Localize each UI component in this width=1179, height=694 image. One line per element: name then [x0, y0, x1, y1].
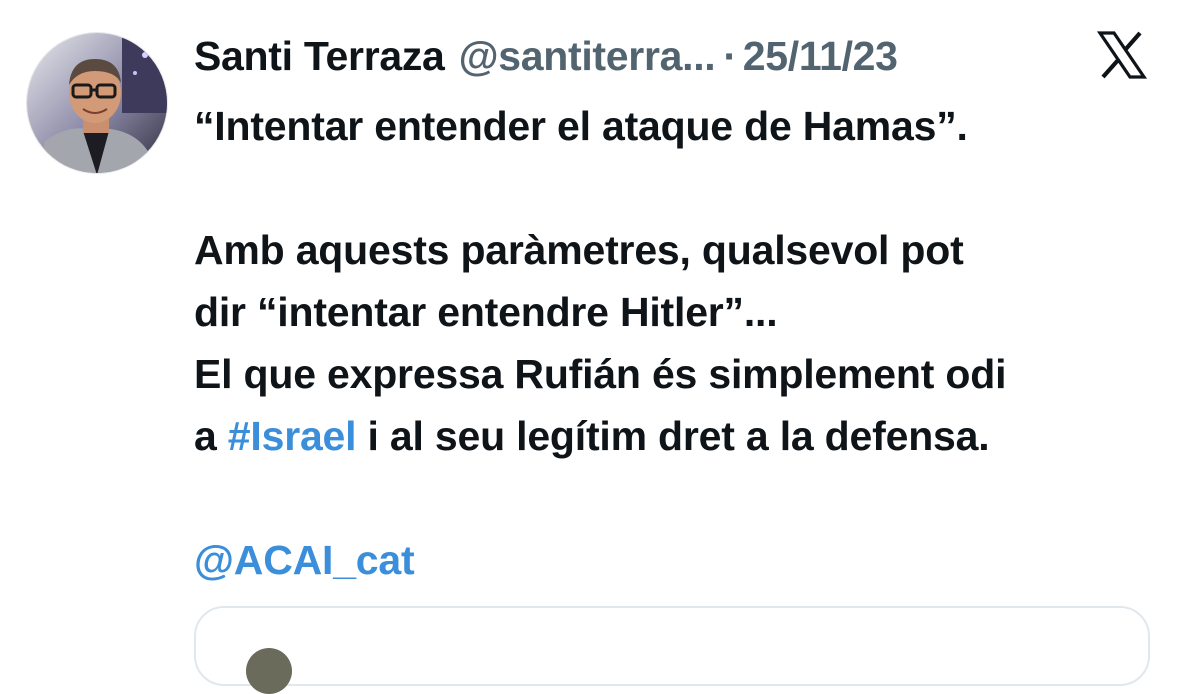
tweet-line-4: El que expressa Rufián és simplement odi	[194, 351, 1007, 397]
author-name[interactable]: Santi Terraza	[194, 33, 445, 80]
separator-dot: ·	[723, 32, 737, 79]
tweet-line-3: dir “intentar entendre Hitler”...	[194, 289, 778, 335]
quoted-tweet-card[interactable]	[194, 606, 1150, 694]
tweet-line-2: Amb aquests paràmetres, qualsevol pot	[194, 227, 964, 273]
x-logo-glyph-icon	[1096, 31, 1148, 79]
tweet-header: Santi Terraza @santiterra... · 25/11/23	[194, 28, 898, 84]
author-avatar[interactable]	[26, 32, 168, 174]
line-5-prefix: a	[194, 413, 228, 459]
line-5-suffix: i al seu legítim dret a la defensa.	[356, 413, 990, 459]
tweet-line-5: a #Israel i al seu legítim dret a la def…	[194, 405, 1154, 467]
tweet: Santi Terraza @santiterra... · 25/11/23 …	[0, 0, 1179, 694]
x-logo-icon[interactable]	[1096, 30, 1148, 80]
mention-link[interactable]: @ACAI_cat	[194, 529, 1154, 591]
tweet-line-1: “Intentar entender el ataque de Hamas”.	[194, 103, 968, 149]
quoted-avatar	[246, 648, 292, 694]
hashtag-link[interactable]: #Israel	[228, 413, 357, 459]
tweet-date[interactable]: 25/11/23	[743, 33, 898, 80]
author-handle[interactable]: @santiterra...	[459, 33, 716, 80]
avatar-photo-icon	[27, 33, 167, 173]
tweet-text: “Intentar entender el ataque de Hamas”. …	[194, 95, 1154, 591]
